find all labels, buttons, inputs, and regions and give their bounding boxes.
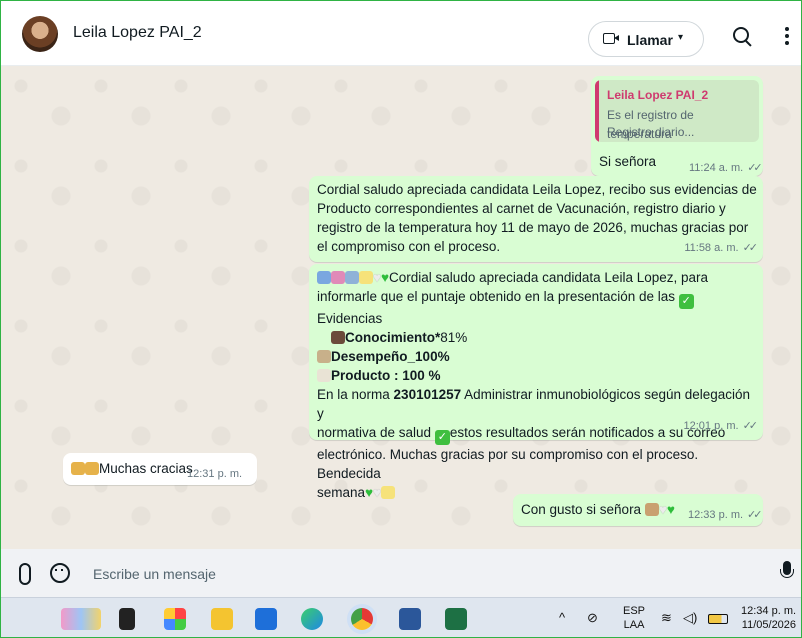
message-text: Con gusto si señora ♥♥ (521, 502, 675, 517)
whatsapp-window: Leila Lopez PAI_2 Llamar ▾ Leila Lopez P… (0, 0, 802, 638)
syringe-emoji-icon (331, 271, 345, 284)
store-icon[interactable] (255, 608, 277, 630)
edge-icon[interactable] (301, 608, 323, 630)
read-ticks-icon: ✓✓ (742, 242, 759, 254)
composer-bar (1, 549, 801, 597)
copilot-icon[interactable] (164, 608, 186, 630)
message-outgoing-2[interactable]: Cordial saludo apreciada candidata Leila… (309, 176, 763, 262)
message-text: Si señora (599, 154, 657, 169)
sparkles-emoji-icon (359, 271, 373, 284)
read-ticks-icon: ✓✓ (747, 162, 763, 174)
widgets-icon[interactable] (61, 608, 101, 630)
microphone-icon[interactable] (780, 561, 794, 578)
notifications-off-icon[interactable]: ⊘ (587, 610, 598, 626)
person-emoji-icon (317, 271, 331, 284)
language-indicator[interactable]: ESP LAA (623, 604, 645, 632)
message-outgoing-4[interactable]: Con gusto si señora ♥♥ 12:33 p. m. ✓✓ (513, 494, 763, 526)
praying-hands-emoji-icon (644, 503, 659, 516)
green-heart-icon: ♥ (365, 485, 374, 500)
message-outgoing-3[interactable]: ♥♥Cordial saludo apreciada candidata Lei… (309, 264, 763, 500)
battery-icon[interactable] (708, 614, 728, 624)
check-mark-icon: ✓ (678, 294, 694, 309)
video-camera-icon (603, 33, 619, 44)
chrome-icon[interactable] (351, 608, 373, 630)
hospital-emoji-icon (345, 271, 359, 284)
task-view-icon[interactable] (119, 608, 135, 630)
read-ticks-icon: ✓✓ (747, 509, 763, 521)
hospital-bed-emoji-icon (317, 350, 331, 363)
sticker-icon[interactable] (50, 563, 70, 583)
message-text: ♥♥Cordial saludo apreciada candidata Lei… (317, 270, 751, 500)
message-time: 12:31 p. m. (187, 468, 243, 480)
chevron-up-icon[interactable]: ^ (559, 610, 565, 625)
message-text: Muchas cracias (71, 459, 193, 478)
white-heart-icon: ♥ (373, 270, 382, 285)
quote-author: Leila Lopez PAI_2 (607, 88, 709, 102)
message-outgoing-1[interactable]: Leila Lopez PAI_2 Es el registro de temp… (591, 76, 763, 176)
praying-hands-emoji-icon (71, 462, 85, 475)
green-heart-icon: ♥ (666, 502, 675, 517)
white-heart-icon: ♥ (658, 502, 667, 517)
wifi-icon[interactable]: ≋ (661, 610, 672, 626)
avatar[interactable] (22, 16, 58, 52)
chat-header: Leila Lopez PAI_2 Llamar ▾ (1, 1, 801, 66)
chat-area[interactable]: Leila Lopez PAI_2 Es el registro de temp… (1, 66, 801, 549)
clock[interactable]: 12:34 p. m. 11/05/2026 (741, 604, 796, 632)
volume-icon[interactable]: ◁) (683, 610, 697, 626)
call-button[interactable]: Llamar ▾ (588, 21, 704, 57)
check-mark-icon: ✓ (434, 430, 450, 445)
read-ticks-icon: ✓✓ (742, 420, 759, 432)
quoted-message[interactable]: Leila Lopez PAI_2 Es el registro de temp… (595, 80, 759, 142)
message-time: 12:01 p. m. ✓✓ (683, 420, 759, 432)
windows-taskbar: ^ ⊘ ESP LAA ≋ ◁) 12:34 p. m. 11/05/2026 (1, 597, 801, 637)
document-emoji-icon (317, 369, 331, 382)
more-options-icon[interactable] (785, 27, 789, 45)
excel-icon[interactable] (445, 608, 467, 630)
call-button-label: Llamar (627, 32, 673, 48)
sparkles-emoji-icon (381, 486, 396, 499)
message-incoming-1[interactable]: Muchas cracias 12:31 p. m. (63, 453, 257, 485)
chevron-down-icon: ▾ (678, 32, 684, 43)
quote-line-2: Registro diario... (607, 125, 695, 139)
file-explorer-icon[interactable] (211, 608, 233, 630)
white-heart-icon: ♥ (373, 485, 382, 500)
message-time: 11:58 a. m. ✓✓ (684, 242, 759, 254)
word-icon[interactable] (399, 608, 421, 630)
praying-hands-emoji-icon (85, 462, 99, 475)
search-icon[interactable] (733, 27, 749, 43)
green-heart-icon: ♥ (381, 270, 390, 285)
message-time: 12:33 p. m. ✓✓ (688, 509, 763, 521)
student-emoji-icon (331, 331, 345, 344)
message-input[interactable] (83, 555, 775, 593)
contact-name[interactable]: Leila Lopez PAI_2 (73, 24, 202, 42)
attach-icon[interactable] (19, 563, 31, 585)
